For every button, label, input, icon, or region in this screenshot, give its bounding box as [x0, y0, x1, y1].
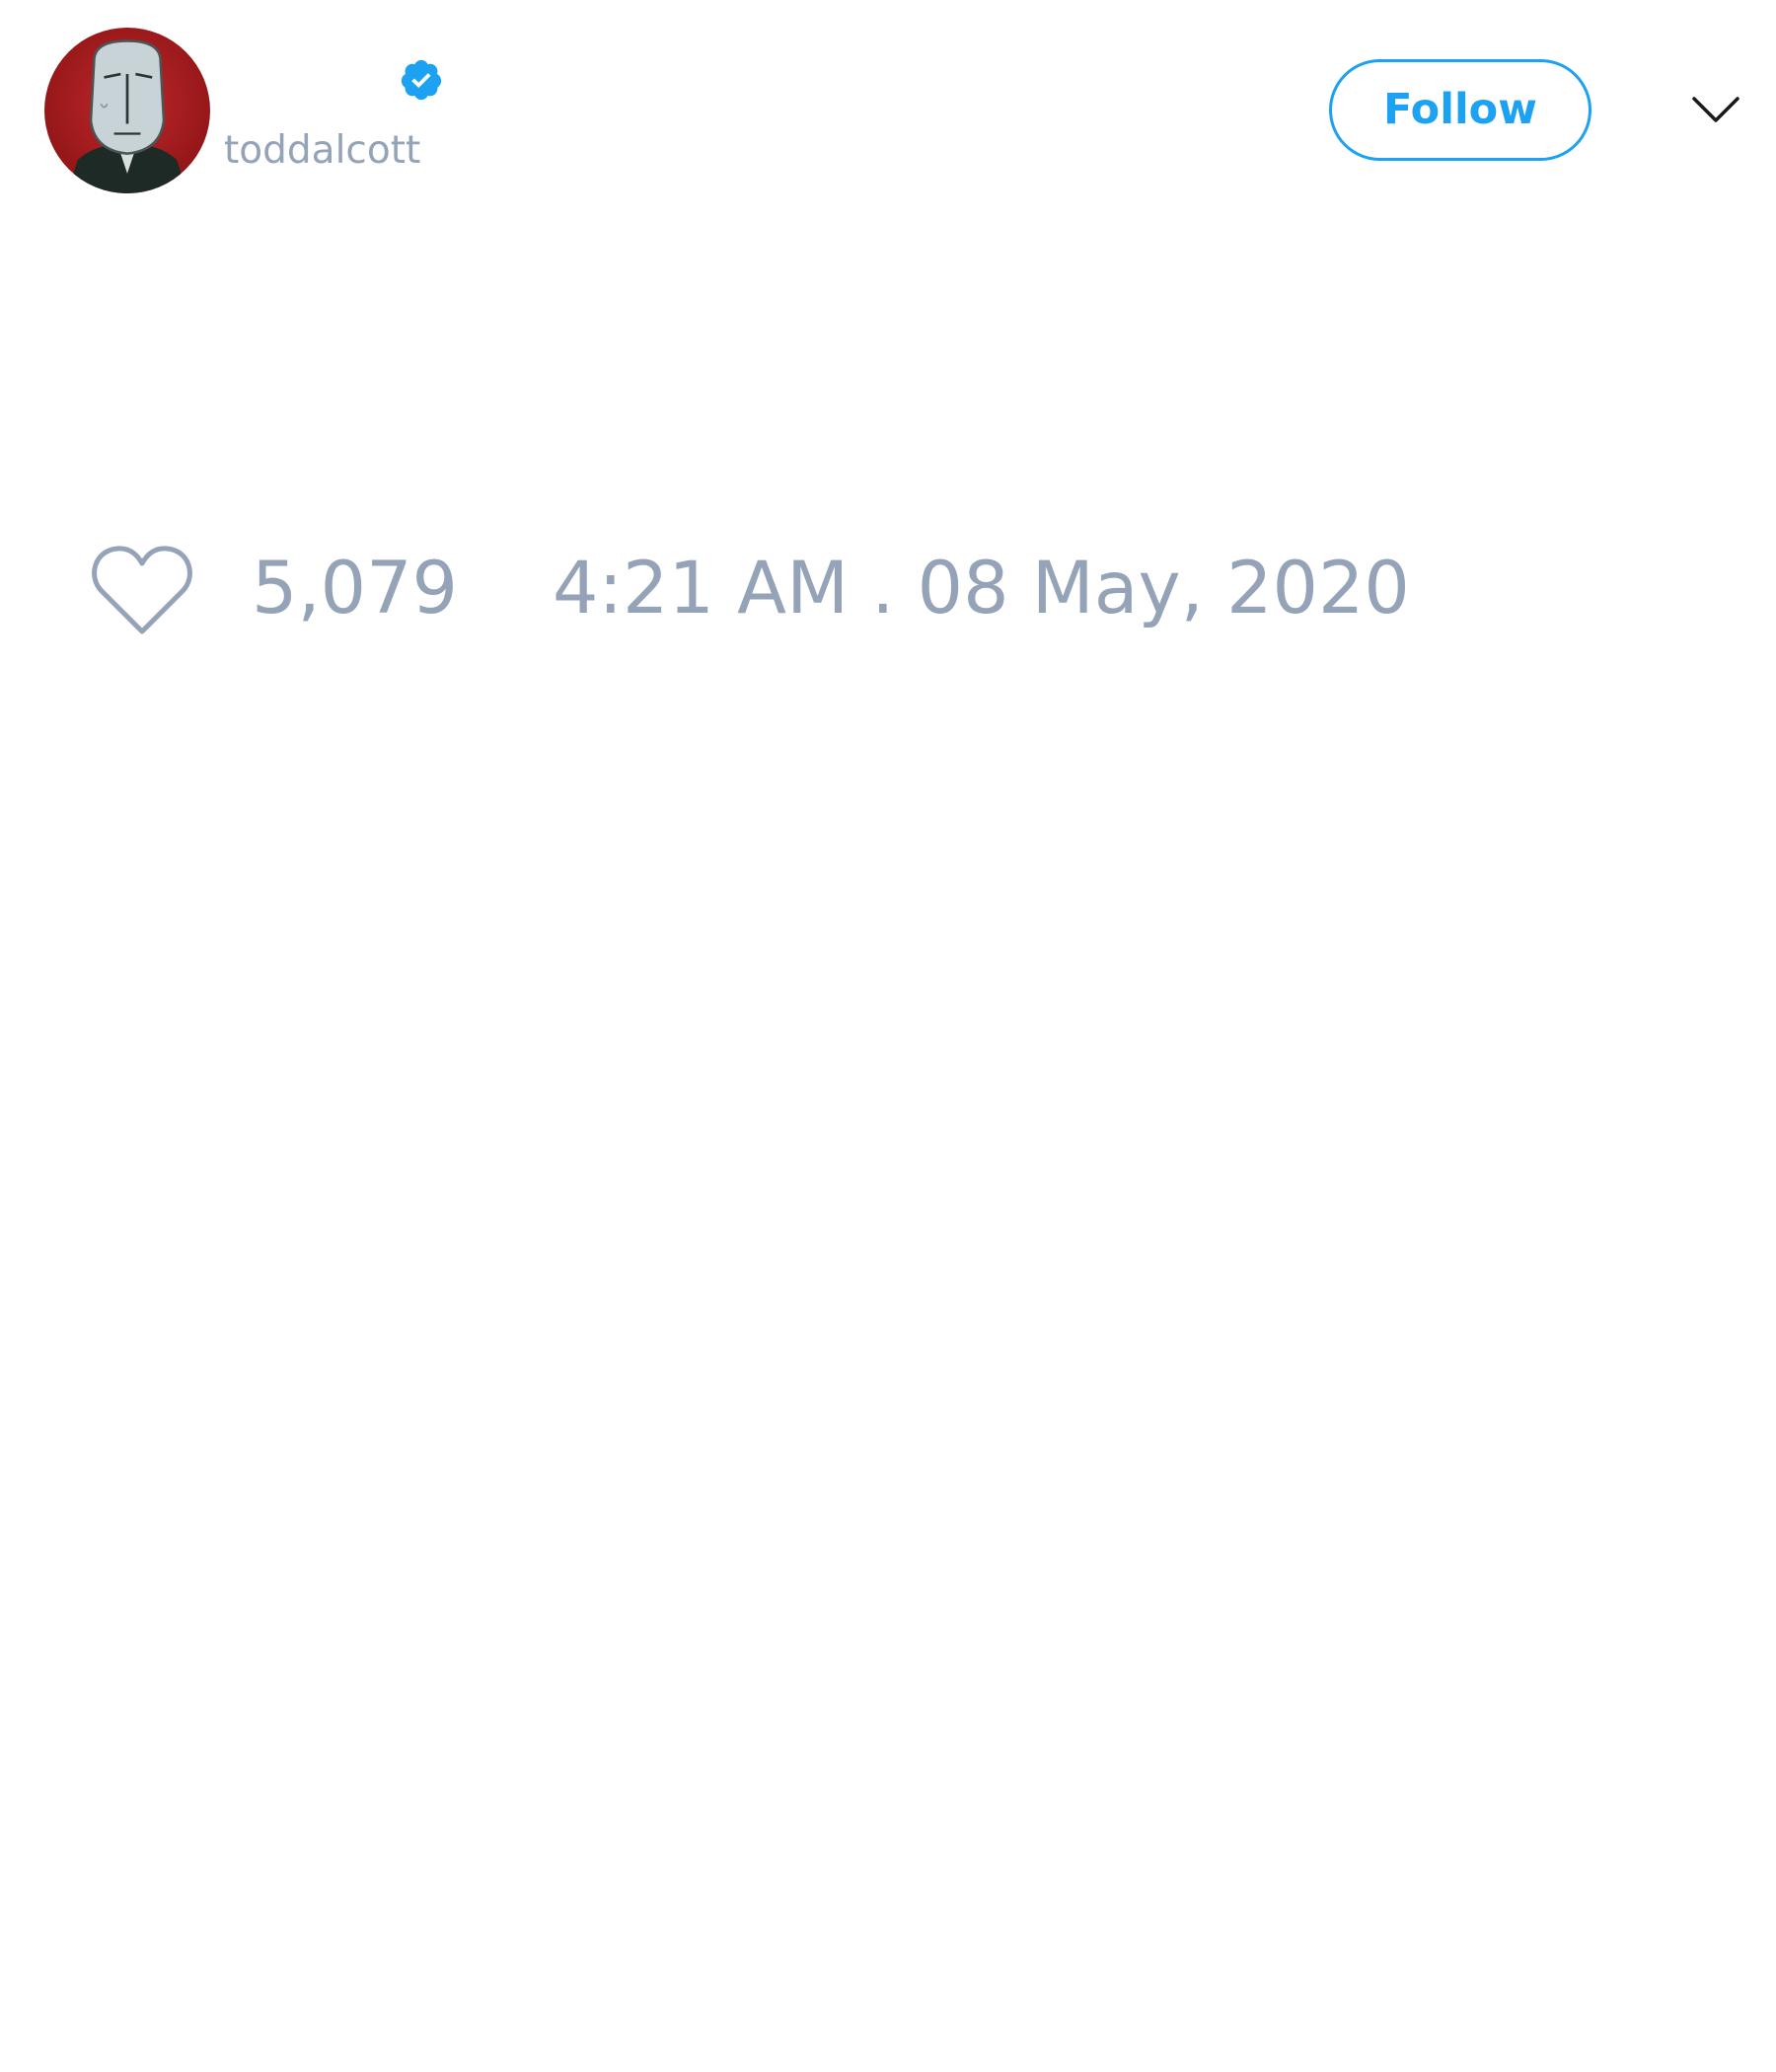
like-count: 5,079 — [252, 547, 458, 630]
avatar[interactable] — [44, 28, 210, 193]
author-handle[interactable]: toddalcott — [224, 124, 420, 178]
verified-badge-icon — [399, 57, 444, 103]
tweet-timestamp[interactable]: 4:21 AM . 08 May, 2020 — [553, 547, 1410, 631]
tweet-embed: toddalcott Follow 5,079 4:21 AM . 08 May… — [0, 0, 1776, 2072]
follow-button[interactable]: Follow — [1329, 59, 1591, 161]
chevron-down-icon[interactable] — [1691, 91, 1740, 130]
portrait-avatar-icon — [44, 28, 210, 193]
heart-outline-icon[interactable] — [90, 543, 194, 635]
